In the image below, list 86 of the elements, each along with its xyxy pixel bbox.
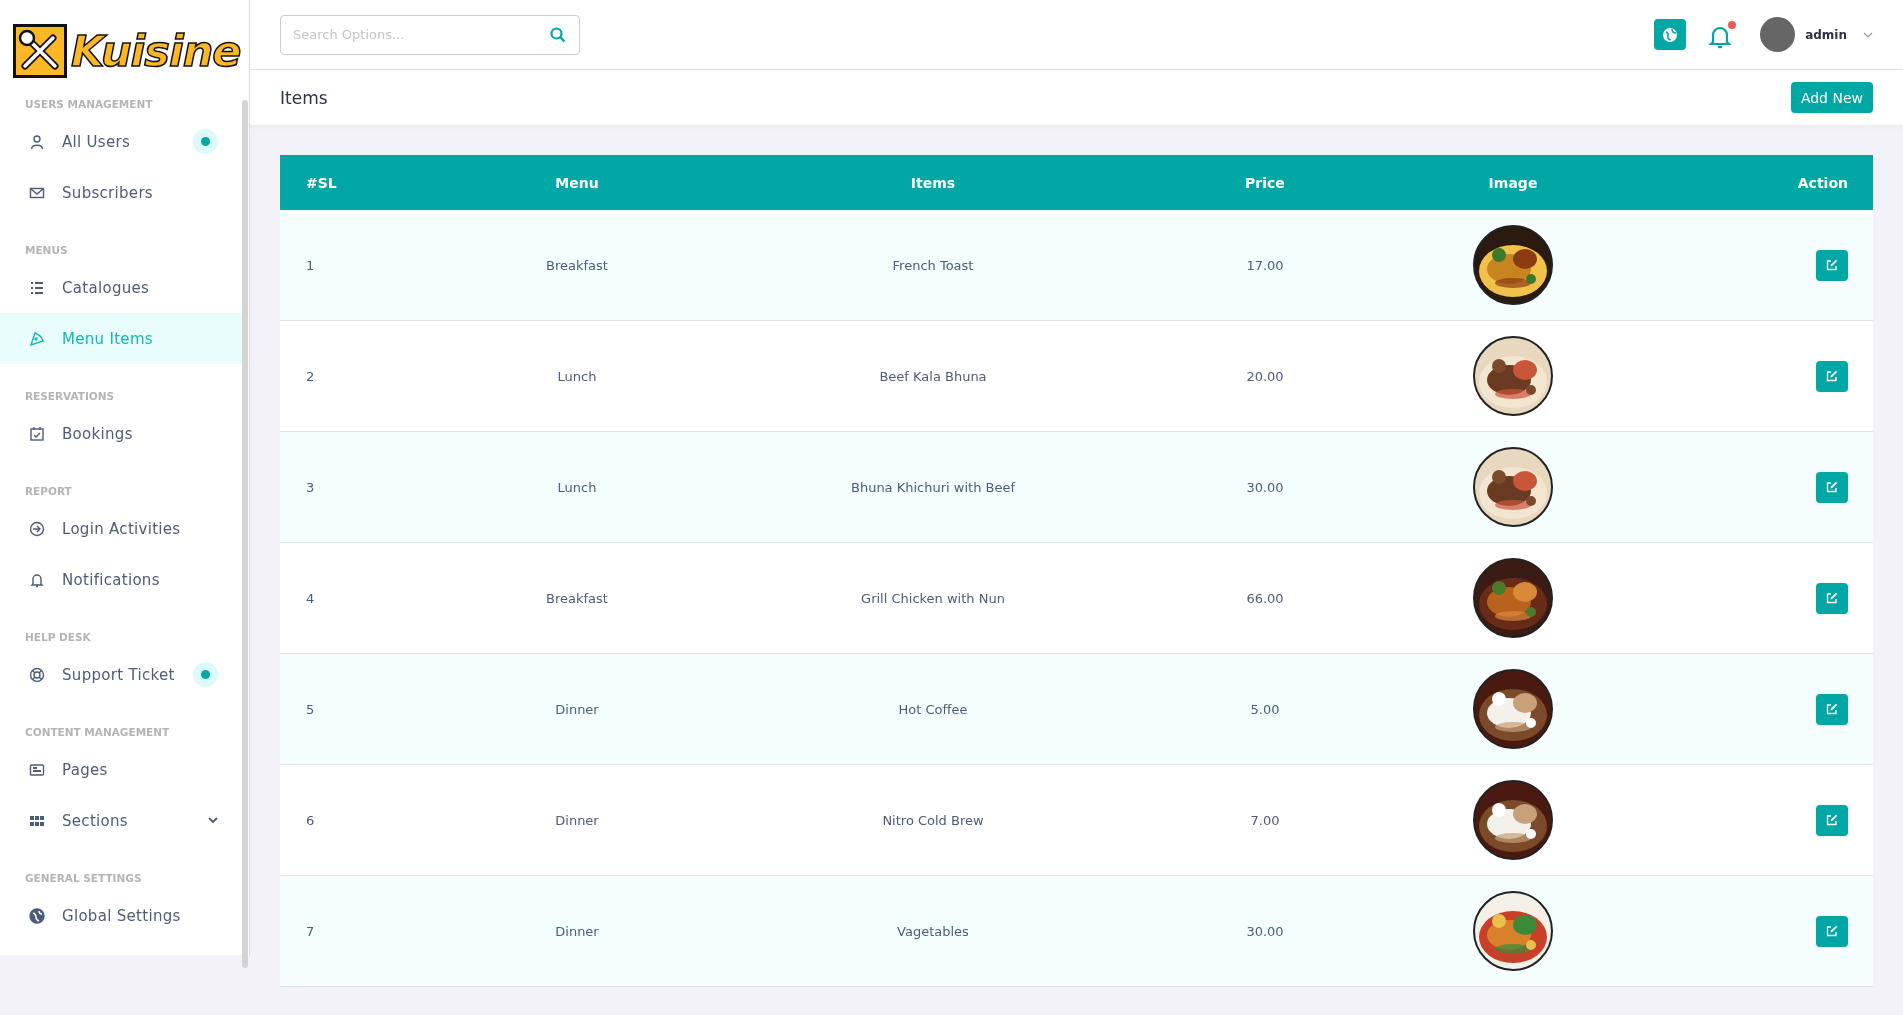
user-name[interactable]: admin (1805, 27, 1847, 42)
table-cell: Dinner (555, 923, 599, 939)
edit-button[interactable] (1816, 249, 1848, 281)
sidebar-item[interactable]: Bookings (0, 408, 243, 459)
section-heading: RESERVATIONS (24, 390, 116, 402)
edit-icon (1826, 814, 1838, 826)
sidebar-item[interactable]: Subscribers (0, 167, 243, 218)
table-cell: 5 (306, 701, 315, 717)
notification-bell-icon[interactable] (1708, 19, 1739, 50)
brand-name: Kuisine (71, 29, 241, 73)
bell-icon (29, 571, 45, 588)
search-icon[interactable] (550, 26, 566, 43)
table-cell: 3 (306, 479, 315, 495)
edit-icon (1826, 370, 1838, 382)
sidebar-item[interactable]: Support Ticket (0, 649, 243, 700)
table-cell: 30.00 (1246, 479, 1284, 495)
language-button[interactable] (1654, 19, 1687, 50)
sidebar-item[interactable]: Global Settings (0, 890, 243, 941)
column-header: Price (1193, 155, 1337, 210)
column-header: Action (1689, 155, 1873, 210)
table-cell: 7.00 (1250, 812, 1280, 828)
section-heading: CONTENT MANAGEMENT (24, 726, 171, 738)
edit-button[interactable] (1816, 360, 1848, 392)
table-cell: Hot Coffee (898, 701, 968, 717)
table-cell: 7 (306, 923, 315, 939)
table-cell: French Toast (892, 257, 974, 273)
edit-icon (1826, 259, 1838, 271)
login-icon (29, 520, 45, 537)
utensils-logo-icon (13, 24, 67, 78)
edit-button[interactable] (1816, 693, 1848, 725)
table-cell: Breakfast (546, 257, 608, 273)
table-cell: Bhuna Khichuri with Beef (851, 479, 1015, 495)
edit-icon (1826, 592, 1838, 604)
edit-button[interactable] (1816, 582, 1848, 614)
table-cell: 4 (306, 590, 315, 606)
search-field[interactable]: Search Options... (280, 14, 580, 55)
edit-icon (1826, 703, 1838, 715)
pizza-icon (29, 330, 45, 347)
table-cell: 1 (306, 257, 315, 273)
edit-button[interactable] (1816, 915, 1848, 947)
table-cell: Lunch (557, 479, 597, 495)
table-cell: 17.00 (1246, 257, 1284, 273)
page-title: Items (280, 87, 328, 108)
section-heading: REPORT (24, 485, 73, 497)
section-heading: MENUS (24, 244, 69, 256)
column-header: Items (673, 155, 1193, 210)
user-icon (29, 133, 45, 150)
table-cell: 30.00 (1246, 923, 1284, 939)
scrollbar[interactable] (242, 100, 248, 968)
table-cell: 2 (306, 368, 315, 384)
edit-icon (1826, 925, 1838, 937)
sidebar-item[interactable]: Catalogues (0, 262, 243, 313)
column-header: Menu (481, 155, 673, 210)
column-header: Image (1337, 155, 1689, 210)
table-cell: Breakfast (546, 590, 608, 606)
table-cell: Vagetables (897, 923, 969, 939)
avatar[interactable] (1760, 17, 1796, 52)
chevron-down-icon[interactable] (1863, 31, 1873, 38)
lifebuoy-icon (29, 666, 45, 683)
table-cell: 66.00 (1246, 590, 1284, 606)
page-icon (29, 761, 45, 778)
edit-button[interactable] (1816, 471, 1848, 503)
edit-icon (1826, 481, 1838, 493)
sidebar-item[interactable]: Pages (0, 744, 243, 795)
globe-icon (29, 907, 45, 924)
table-cell: 5.00 (1250, 701, 1280, 717)
globe-icon (1662, 26, 1679, 43)
sidebar-item[interactable]: Sections (0, 795, 243, 846)
table-cell: Dinner (555, 812, 599, 828)
table-cell: Lunch (557, 368, 597, 384)
edit-button[interactable] (1816, 804, 1848, 836)
table-cell: Beef Kala Bhuna (879, 368, 987, 384)
table-cell: 6 (306, 812, 315, 828)
section-heading: USERS MANAGEMENT (24, 98, 154, 110)
table-cell: Grill Chicken with Nun (861, 590, 1005, 606)
section-heading: HELP DESK (24, 631, 92, 643)
sidebar-item[interactable]: All Users (0, 116, 243, 167)
section-heading: GENERAL SETTINGS (24, 872, 143, 884)
sidebar-item[interactable]: Notifications (0, 554, 243, 605)
list-icon (29, 279, 45, 296)
table-cell: Dinner (555, 701, 599, 717)
column-header: #SL (280, 155, 481, 210)
table-cell: 20.00 (1246, 368, 1284, 384)
calendar-icon (29, 425, 45, 442)
sidebar-item[interactable]: Login Activities (0, 503, 243, 554)
table-cell: Nitro Cold Brew (882, 812, 984, 828)
